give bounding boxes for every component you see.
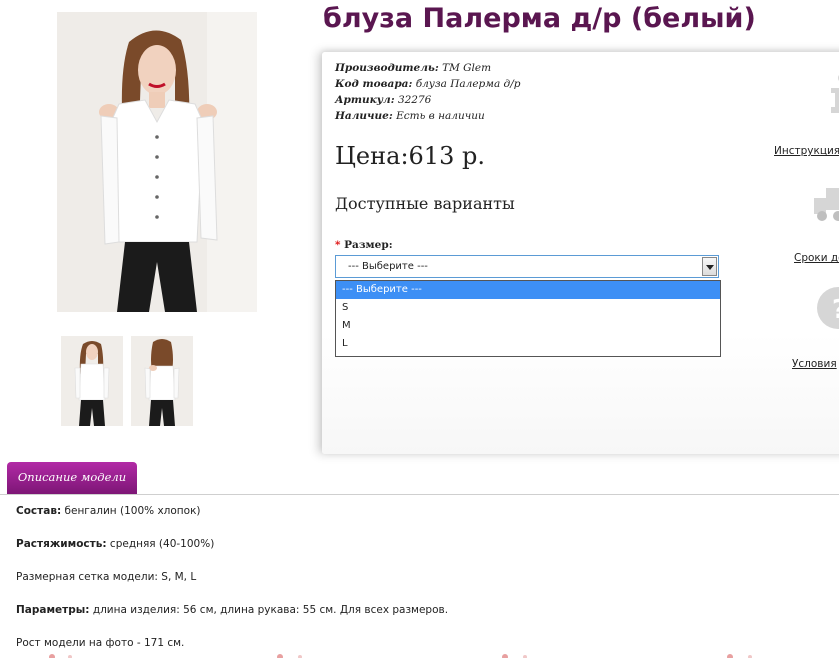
product-price: Цена:613 р. xyxy=(335,142,485,170)
svg-text:?: ? xyxy=(832,295,839,325)
delivery-terms-link[interactable]: Сроки до xyxy=(794,252,839,264)
product-main-photo[interactable] xyxy=(57,12,257,312)
model-photo-illustration xyxy=(57,12,257,312)
product-thumbnail-back[interactable] xyxy=(131,336,193,426)
size-option-s[interactable]: S xyxy=(336,299,720,317)
size-select-value: --- Выберите --- xyxy=(348,261,428,272)
product-thumbnail-front[interactable] xyxy=(61,336,123,426)
manufacturer-label: Производитель: xyxy=(335,62,439,74)
stock-row: Наличие: Есть в наличии xyxy=(335,108,520,124)
size-select[interactable]: --- Выберите --- xyxy=(335,255,719,278)
size-label-text: Размер: xyxy=(344,239,393,251)
stock-label: Наличие: xyxy=(335,110,393,122)
description-model-height: Рост модели на фото - 171 см. xyxy=(16,637,185,649)
description-size-grid: Размерная сетка модели: S, M, L xyxy=(16,571,197,583)
thumbnail-front-illustration xyxy=(61,336,123,426)
conditions-link[interactable]: Условия xyxy=(792,358,837,370)
info-icon xyxy=(831,75,839,113)
tab-description[interactable]: Описание модели xyxy=(7,462,137,494)
question-icon: ? xyxy=(817,287,839,329)
product-page: блуза Палерма д/р (белый) Производитель:… xyxy=(0,0,839,658)
sku-value: 32276 xyxy=(397,94,432,106)
instructions-link[interactable]: Инструкция xyxy=(774,145,839,157)
product-code-row: Код товара: блуза Палерма д/р xyxy=(335,76,520,92)
product-code-value: блуза Палерма д/р xyxy=(415,78,521,90)
variants-heading: Доступные варианты xyxy=(335,194,515,213)
description-stretch: Растяжимость: средняя (40-100%) xyxy=(16,538,215,550)
description-parameters: Параметры: длина изделия: 56 см, длина р… xyxy=(16,604,449,616)
manufacturer-value[interactable]: TM Glem xyxy=(442,62,491,74)
size-option-placeholder[interactable]: --- Выберите --- xyxy=(336,281,720,299)
product-description: Состав: бенгалин (100% хлопок) Растяжимо… xyxy=(16,505,448,649)
sku-label: Артикул: xyxy=(335,94,395,106)
chevron-down-icon[interactable] xyxy=(702,257,717,276)
description-composition: Состав: бенгалин (100% хлопок) xyxy=(16,505,201,517)
delivery-truck-icon xyxy=(814,188,839,221)
required-mark: * xyxy=(335,239,341,251)
thumbnail-back-illustration xyxy=(131,336,193,426)
sku-row: Артикул: 32276 xyxy=(335,92,520,108)
manufacturer-row: Производитель: TM Glem xyxy=(335,60,520,76)
stock-value: Есть в наличии xyxy=(396,110,485,122)
product-code-label: Код товара: xyxy=(335,78,413,90)
tab-divider xyxy=(0,494,839,495)
product-title: блуза Палерма д/р (белый) xyxy=(323,3,756,34)
product-info-panel: Производитель: TM Glem Код товара: блуза… xyxy=(322,52,839,454)
size-dropdown-list: --- Выберите --- S M L xyxy=(335,280,721,357)
size-option-m[interactable]: M xyxy=(336,317,720,335)
decorative-flower-border xyxy=(49,654,752,658)
product-meta: Производитель: TM Glem Код товара: блуза… xyxy=(335,60,520,124)
size-option-l[interactable]: L xyxy=(336,335,720,353)
size-label: * Размер: xyxy=(335,239,393,251)
